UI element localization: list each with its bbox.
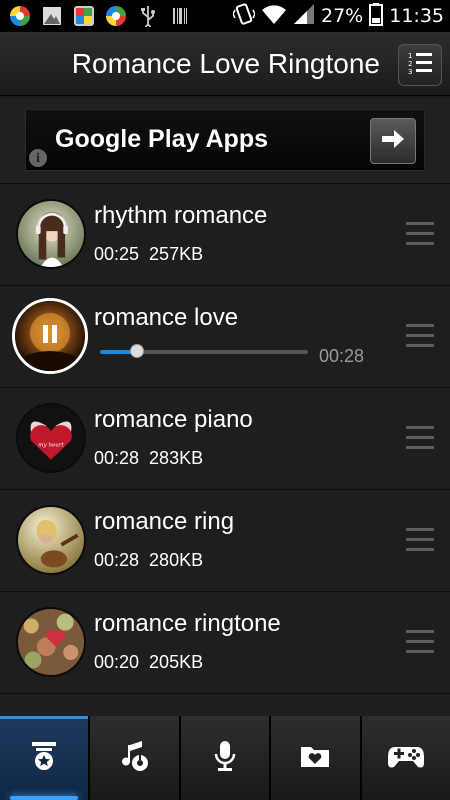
barcode-icon [168,4,192,28]
ringtone-meta: 00:25 257KB [94,244,203,265]
tab-ringtones[interactable] [0,716,89,800]
list-item[interactable]: my heart romance piano 00:28 283KB [0,388,450,490]
bokeh-heart-thumbnail[interactable] [16,607,86,677]
ringtone-meta: 00:28 283KB [94,448,203,469]
gallery-app-icon [72,4,96,28]
bottom-tab-bar [0,716,450,800]
moonlit-couple-thumbnail[interactable] [12,298,88,374]
swirl-app-icon-2 [104,4,128,28]
ringtone-title: romance love [94,304,239,331]
tab-music[interactable] [90,716,179,800]
ringtone-duration: 00:28 [94,550,140,570]
music-notes-icon [118,739,152,778]
favorites-folder-icon [298,739,332,778]
ringtone-title: rhythm romance [94,202,268,229]
clock: 11:35 [389,5,444,27]
ringtone-duration: 00:25 [94,244,140,264]
wifi-icon [261,3,287,30]
tab-favorites[interactable] [271,716,360,800]
info-icon[interactable]: i [29,149,47,167]
remaining-time: 00:28 [319,346,365,366]
title-bar: Romance Love Ringtone 1 2 3 [0,32,450,96]
swirl-app-icon [8,4,32,28]
list-menu-button[interactable]: 1 2 3 [398,44,442,86]
ringtone-meta: 00:20 205KB [94,652,203,673]
pause-button[interactable] [15,301,85,371]
drag-handle-icon[interactable] [406,324,434,348]
numbered-list-icon: 1 2 3 [406,50,434,81]
battery-icon [369,2,384,31]
svg-text:1: 1 [408,52,412,60]
gamepad-icon [387,741,425,776]
playback-progress[interactable] [100,344,308,358]
ringtone-size: 257KB [149,244,204,264]
ringtone-size: 283KB [149,448,204,468]
progress-knob[interactable] [130,344,145,358]
list-item[interactable]: romance ringtone 00:20 205KB [0,592,450,694]
svg-text:3: 3 [408,68,412,76]
drag-handle-icon[interactable] [406,630,434,654]
usb-icon [136,4,160,28]
list-item[interactable]: romance ring 00:28 280KB [0,490,450,592]
girl-guitar-thumbnail[interactable] [16,505,86,575]
ringtone-size: 205KB [149,652,204,672]
ringtone-title: romance piano [94,406,253,433]
list-item-partial[interactable] [0,694,450,718]
girl-headphones-thumbnail[interactable] [16,199,86,269]
tab-games[interactable] [361,716,450,800]
battery-percent: 27% [321,5,364,27]
drag-handle-icon[interactable] [406,426,434,450]
drag-handle-icon[interactable] [406,528,434,552]
list-item-playing[interactable]: romance love 00:28 [0,286,450,388]
ringtone-list: rhythm romance 00:25 257KB romance love [0,184,450,694]
svg-text:my heart: my heart [38,442,64,448]
svg-text:2: 2 [408,60,412,68]
ad-label: Google Play Apps [55,125,269,153]
ringtone-title: romance ring [94,508,235,535]
ringtone-size: 280KB [149,550,204,570]
ad-area: Google Play Apps i [0,97,450,184]
ringtone-duration: 00:20 [94,652,140,672]
ringtone-badge-icon [27,739,61,778]
status-bar: 27% 11:35 [0,0,450,32]
vibrate-icon [232,2,256,31]
image-notification-icon [40,4,64,28]
hands-heart-thumbnail[interactable]: my heart [16,403,86,473]
arrow-right-icon [380,128,406,155]
ad-banner[interactable]: Google Play Apps i [25,109,425,171]
drag-handle-icon[interactable] [406,222,434,246]
pause-icon [41,324,59,349]
ringtone-meta: 00:28 280KB [94,550,203,571]
microphone-icon [208,739,242,778]
page-title: Romance Love Ringtone [71,48,380,79]
tab-recorder[interactable] [180,716,270,800]
ringtone-duration: 00:28 [94,448,140,468]
signal-icon [293,3,315,30]
ringtone-title: romance ringtone [94,610,281,637]
ad-arrow-button[interactable] [370,118,416,164]
list-item[interactable]: rhythm romance 00:25 257KB [0,184,450,286]
